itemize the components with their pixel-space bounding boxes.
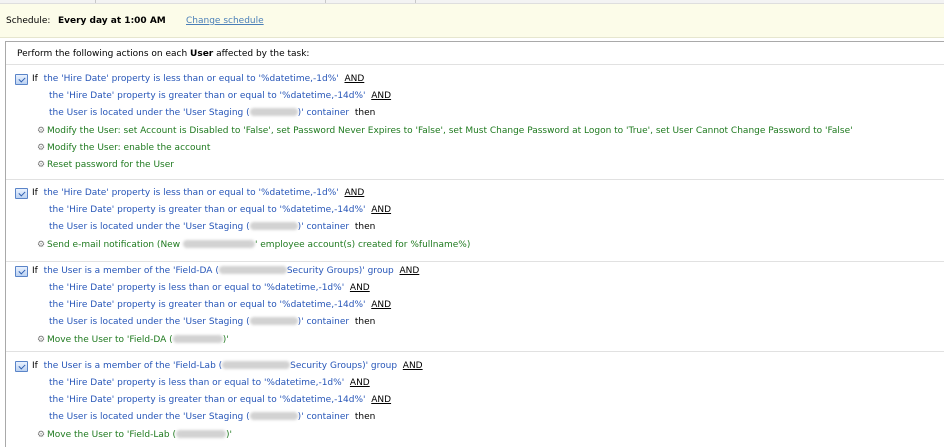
action-gear-icon: ⚙ xyxy=(37,143,46,153)
actions-panel: Perform the following actions on each Us… xyxy=(5,41,944,447)
action-text[interactable]: Modify the User: enable the account xyxy=(47,142,210,154)
action-line[interactable]: Move the User to 'Field-DA ( )' xyxy=(47,334,229,346)
condition-text[interactable]: )' container xyxy=(298,412,350,422)
change-schedule-link[interactable]: Change schedule xyxy=(186,16,264,26)
action-line[interactable]: Send e-mail notification (New ' employee… xyxy=(47,239,470,251)
action-text: )' xyxy=(222,335,229,345)
and-link[interactable]: AND xyxy=(344,74,364,84)
and-link[interactable]: AND xyxy=(371,300,391,310)
condition-text[interactable]: Security Groups)' group xyxy=(287,266,394,276)
condition-text[interactable]: the 'Hire Date' property is greater than… xyxy=(49,395,366,405)
condition-line: If the 'Hire Date' property is less than… xyxy=(32,187,364,199)
condition-text[interactable]: the 'Hire Date' property is greater than… xyxy=(49,91,366,101)
divider xyxy=(6,351,944,352)
panel-header-prefix: Perform the following actions on each xyxy=(17,49,191,59)
rule-toggle-icon[interactable] xyxy=(15,74,28,85)
rule-toggle-icon[interactable] xyxy=(15,188,28,199)
condition-line: If the User is a member of the 'Field-La… xyxy=(32,360,423,372)
and-link[interactable]: AND xyxy=(371,205,391,215)
if-keyword: If xyxy=(32,361,38,371)
redacted-text xyxy=(249,412,298,420)
condition-line: the 'Hire Date' property is greater than… xyxy=(49,90,391,102)
and-link[interactable]: AND xyxy=(350,378,370,388)
condition-text[interactable]: the 'Hire Date' property is greater than… xyxy=(49,205,366,215)
condition-text[interactable]: the 'Hire Date' property is less than or… xyxy=(44,188,339,198)
if-keyword: If xyxy=(32,188,38,198)
condition-line: the User is located under the 'User Stag… xyxy=(49,316,375,328)
action-gear-icon: ⚙ xyxy=(37,126,46,136)
condition-text[interactable]: the User is located under the 'User Stag… xyxy=(49,108,250,118)
then-keyword: then xyxy=(354,108,376,118)
divider xyxy=(6,179,944,180)
and-link[interactable]: AND xyxy=(371,91,391,101)
redacted-text xyxy=(176,430,227,438)
tab-edge xyxy=(0,0,96,3)
condition-text[interactable]: the User is a member of the 'Field-DA ( xyxy=(44,266,219,276)
and-link[interactable]: AND xyxy=(350,283,370,293)
divider xyxy=(6,261,944,262)
and-link[interactable]: AND xyxy=(399,266,419,276)
condition-text[interactable]: )' container xyxy=(298,222,350,232)
schedule-label: Schedule: xyxy=(6,16,51,26)
condition-line: If the 'Hire Date' property is less than… xyxy=(32,73,364,85)
redacted-text xyxy=(249,108,298,116)
and-link[interactable]: AND xyxy=(403,361,423,371)
panel-header: Perform the following actions on each Us… xyxy=(17,49,309,59)
divider xyxy=(6,64,944,65)
condition-line: the User is located under the 'User Stag… xyxy=(49,107,375,119)
condition-line: the User is located under the 'User Stag… xyxy=(49,411,375,423)
redacted-text xyxy=(182,240,255,248)
then-keyword: then xyxy=(354,222,376,232)
condition-line: the 'Hire Date' property is greater than… xyxy=(49,299,391,311)
schedule-value: Every day at 1:00 AM xyxy=(58,16,166,26)
then-keyword: then xyxy=(354,317,376,327)
condition-text[interactable]: )' container xyxy=(298,317,350,327)
redacted-text xyxy=(249,317,298,325)
condition-text[interactable]: the User is located under the 'User Stag… xyxy=(49,222,250,232)
tab-edge xyxy=(326,0,416,3)
then-keyword: then xyxy=(354,412,376,422)
redacted-text xyxy=(222,361,291,369)
condition-text[interactable]: the User is located under the 'User Stag… xyxy=(49,317,250,327)
action-line[interactable]: Move the User to 'Field-Lab ( )' xyxy=(47,429,232,441)
condition-line: the 'Hire Date' property is greater than… xyxy=(49,204,391,216)
action-gear-icon: ⚙ xyxy=(37,160,46,170)
action-text: Move the User to 'Field-DA ( xyxy=(47,335,173,345)
action-gear-icon: ⚙ xyxy=(37,240,46,250)
action-text: )' xyxy=(226,430,233,440)
redacted-text xyxy=(172,335,223,343)
panel-header-suffix: affected by the task: xyxy=(213,49,310,59)
action-text: ' employee account(s) created for %fulln… xyxy=(254,240,471,250)
condition-text[interactable]: the 'Hire Date' property is less than or… xyxy=(49,283,344,293)
action-gear-icon: ⚙ xyxy=(37,430,46,440)
condition-text[interactable]: the 'Hire Date' property is less than or… xyxy=(44,74,339,84)
condition-text[interactable]: the 'Hire Date' property is less than or… xyxy=(49,378,344,388)
panel-header-object: User xyxy=(190,49,214,59)
tab-edge xyxy=(96,0,326,3)
if-keyword: If xyxy=(32,266,38,276)
action-text[interactable]: Reset password for the User xyxy=(47,159,174,171)
action-text[interactable]: Modify the User: set Account is Disabled… xyxy=(47,125,853,137)
and-link[interactable]: AND xyxy=(371,395,391,405)
condition-text[interactable]: Security Groups)' group xyxy=(290,361,397,371)
action-text: Send e-mail notification (New xyxy=(47,240,183,250)
condition-line: the 'Hire Date' property is greater than… xyxy=(49,394,391,406)
redacted-text xyxy=(249,222,298,230)
schedule-bar: Schedule: Every day at 1:00 AM Change sc… xyxy=(0,4,944,38)
condition-text[interactable]: the User is a member of the 'Field-Lab ( xyxy=(44,361,223,371)
condition-line: the 'Hire Date' property is less than or… xyxy=(49,282,370,294)
and-link[interactable]: AND xyxy=(344,188,364,198)
condition-line: If the User is a member of the 'Field-DA… xyxy=(32,265,419,277)
condition-text[interactable]: the 'Hire Date' property is greater than… xyxy=(49,300,366,310)
if-keyword: If xyxy=(32,74,38,84)
rule-toggle-icon[interactable] xyxy=(15,266,28,277)
rule-toggle-icon[interactable] xyxy=(15,361,28,372)
condition-line: the 'Hire Date' property is less than or… xyxy=(49,377,370,389)
condition-text[interactable]: the User is located under the 'User Stag… xyxy=(49,412,250,422)
condition-line: the User is located under the 'User Stag… xyxy=(49,221,375,233)
action-gear-icon: ⚙ xyxy=(37,335,46,345)
redacted-text xyxy=(218,266,287,274)
action-text: Move the User to 'Field-Lab ( xyxy=(47,430,177,440)
condition-text[interactable]: )' container xyxy=(298,108,350,118)
